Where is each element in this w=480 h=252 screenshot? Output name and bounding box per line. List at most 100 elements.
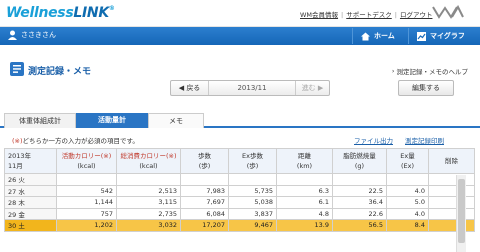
cell-fat-burned: 22.5	[332, 184, 387, 197]
current-period: 2013/11	[237, 84, 267, 92]
logout-link[interactable]: ログアウト	[400, 11, 433, 19]
cell-ex-amount: 8.4	[386, 219, 429, 232]
cell-total-calories: 2,735	[116, 207, 181, 220]
header-delete: 削除	[428, 148, 475, 174]
cell-total-calories: 3,032	[116, 219, 181, 232]
cell-fat-burned: 56.5	[332, 219, 387, 232]
activity-records-table: 2013年 11月 活動カロリー(※) (kcal) 総消費カロリー(※) (kcal…	[4, 148, 475, 232]
page-title: 測定記録・メモ	[28, 67, 92, 77]
cell-distance: 4.8	[276, 207, 333, 220]
cell-steps	[180, 173, 229, 186]
registered-mark: ®	[108, 5, 115, 12]
cell-delete	[428, 219, 475, 232]
edit-button[interactable]: 編集する	[398, 80, 454, 96]
required-notice: (※)どちらか一方の入力が必須の項目です。	[12, 137, 139, 145]
graph-icon	[417, 31, 426, 41]
tab-body-composition[interactable]: 体重体組成計	[4, 113, 76, 128]
header-ex-amount: Ex量 (Ex)	[386, 148, 429, 174]
cell-active-calories: 542	[56, 184, 117, 197]
cell-ex-steps	[228, 173, 277, 186]
cell-distance: 6.1	[276, 196, 333, 209]
cell-fat-burned: 22.6	[332, 207, 387, 220]
cell-date: 26 火	[4, 173, 57, 186]
triangle-left-icon: ◀	[178, 84, 185, 92]
cell-active-calories: 757	[56, 207, 117, 220]
cell-fat-burned	[332, 173, 387, 186]
wellnesslink-logo[interactable]: WellnessLINK®	[6, 5, 115, 21]
table-row: 26 火	[4, 173, 475, 186]
prev-button[interactable]: ◀ 戻る	[171, 81, 209, 95]
user-name: ささきさん	[21, 31, 56, 39]
site-header: WellnessLINK® WM会員情報 | サポートデスク | ログアウト	[0, 0, 480, 27]
cell-fat-burned: 36.4	[332, 196, 387, 209]
chevron-right-icon: ›	[391, 67, 395, 75]
mygraph-button[interactable]: マイグラフ	[408, 28, 480, 44]
cell-total-calories	[116, 173, 181, 186]
brand-mark-icon	[432, 5, 464, 19]
nav-bar: ささきさん ホーム マイグラフ	[0, 27, 480, 45]
table-actions: ファイル出力 測定記録印刷	[354, 135, 444, 145]
cell-steps: 7,697	[180, 196, 229, 209]
cell-total-calories: 2,513	[116, 184, 181, 197]
table-row: 28 木 1,144 3,115 7,697 5,038 6.1 36.4 5.0	[4, 196, 475, 209]
cell-ex-amount: 5.0	[386, 196, 429, 209]
triangle-right-icon: ▶	[317, 84, 324, 92]
table-scrollbar[interactable]	[456, 175, 466, 252]
cell-ex-amount: 4.0	[386, 207, 429, 220]
home-label: ホーム	[374, 32, 395, 40]
next-button[interactable]: 進む ▶	[295, 81, 329, 95]
cell-date: 30 土	[4, 219, 57, 232]
logo-link-text: LINK	[73, 5, 109, 21]
cell-date: 27 水	[4, 184, 57, 197]
cell-ex-steps: 5,735	[228, 184, 277, 197]
help-link-label: 測定記録・メモのヘルプ	[396, 68, 469, 76]
header-date: 2013年 11月	[4, 148, 57, 174]
logo-wellness-text: Wellness	[6, 5, 74, 21]
tab-memo[interactable]: メモ	[148, 113, 204, 128]
cell-total-calories: 3,115	[116, 196, 181, 209]
cell-steps: 17,207	[180, 219, 229, 232]
cell-distance: 13.9	[276, 219, 333, 232]
tab-bar: 体重体組成計 活動量計 メモ	[0, 113, 480, 128]
home-button[interactable]: ホーム	[352, 28, 408, 44]
header-distance: 距離 (km)	[276, 148, 333, 174]
export-file-link[interactable]: ファイル出力	[354, 135, 393, 145]
table-row: 27 水 542 2,513 7,983 5,735 6.3 22.5 4.0	[4, 184, 475, 197]
header-ex-steps: Ex歩数 (歩)	[228, 148, 277, 174]
cell-ex-steps: 5,038	[228, 196, 277, 209]
header-total-calories: 総消費カロリー(※) (kcal)	[116, 148, 181, 174]
table-row: 29 金 757 2,735 6,084 3,837 4.8 22.6 4.0	[4, 207, 475, 220]
scrollbar-thumb[interactable]	[458, 179, 465, 243]
cell-ex-amount: 4.0	[386, 184, 429, 197]
cell-distance	[276, 173, 333, 186]
cell-ex-amount	[386, 173, 429, 186]
cell-distance: 6.3	[276, 184, 333, 197]
record-memo-icon	[10, 62, 24, 76]
help-link[interactable]: › 測定記録・メモのヘルプ	[392, 66, 468, 76]
cell-ex-steps: 3,837	[228, 207, 277, 220]
tab-activity-meter[interactable]: 活動量計	[76, 113, 148, 128]
mygraph-label: マイグラフ	[430, 32, 465, 40]
cell-delete	[428, 184, 475, 197]
cell-steps: 6,084	[180, 207, 229, 220]
header-steps: 歩数 (歩)	[180, 148, 229, 174]
table-header-row: 2013年 11月 活動カロリー(※) (kcal) 総消費カロリー(※) (kcal…	[4, 148, 475, 174]
print-records-link[interactable]: 測定記録印刷	[405, 135, 444, 145]
cell-active-calories: 1,144	[56, 196, 117, 209]
header-active-calories: 活動カロリー(※) (kcal)	[56, 148, 117, 174]
user-icon	[8, 30, 17, 40]
support-desk-link[interactable]: サポートデスク	[346, 11, 392, 19]
cell-steps: 7,983	[180, 184, 229, 197]
cell-ex-steps: 9,467	[228, 219, 277, 232]
user-area[interactable]: ささきさん	[8, 30, 56, 40]
table-row-today: 30 土 1,202 3,032 17,207 9,467 13.9 56.5 8.4	[4, 219, 475, 232]
top-links: WM会員情報 | サポートデスク | ログアウト	[300, 11, 433, 19]
cell-date: 29 金	[4, 207, 57, 220]
period-navigator: ◀ 戻る 2013/11 進む ▶	[170, 80, 330, 96]
cell-delete	[428, 196, 475, 209]
cell-active-calories	[56, 173, 117, 186]
cell-delete	[428, 173, 475, 186]
header-fat-burned: 脂肪燃焼量 (g)	[332, 148, 387, 174]
cell-active-calories: 1,202	[56, 219, 117, 232]
member-info-link[interactable]: WM会員情報	[300, 11, 338, 19]
